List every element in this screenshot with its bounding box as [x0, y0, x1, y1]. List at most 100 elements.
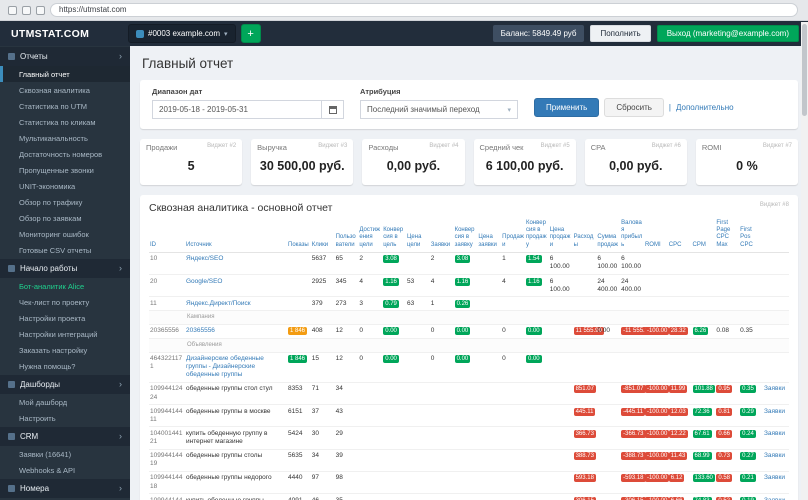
sidebar-item[interactable]: Бот-аналитик Alice [0, 278, 130, 294]
metric-cell: 0.00 [524, 323, 549, 339]
source-link[interactable]: Google/SEO [186, 278, 223, 285]
sidebar-item[interactable]: UNIT-экономика [0, 178, 130, 194]
leads-link[interactable]: Заявки [764, 385, 785, 392]
leads-link[interactable]: Заявки [764, 452, 785, 459]
sidebar-section-header[interactable]: Дашборды › [0, 375, 130, 394]
metric-cell [596, 426, 621, 450]
leads-link[interactable]: Заявки [764, 497, 785, 500]
leads-link[interactable]: Заявки [764, 430, 785, 437]
metric-cell: 1 [429, 296, 454, 311]
scrollbar-thumb[interactable] [802, 24, 807, 116]
project-selector[interactable]: #0003 example.com ▾ [128, 24, 236, 43]
metric-cell: 366.73 [572, 426, 597, 450]
report-panel: Сквозная аналитика - основной отчет Видж… [140, 195, 798, 500]
advanced-link[interactable]: Дополнительно [676, 103, 734, 112]
attribution-select[interactable]: Последний значимый переход ▾ [360, 100, 518, 119]
sidebar-item[interactable]: Настроить [0, 410, 130, 426]
column-header[interactable]: Цена цели [405, 219, 430, 253]
column-header[interactable]: Конверсия в заявку [453, 219, 478, 253]
metric-cell [548, 351, 573, 383]
metric-cell [572, 351, 597, 383]
sidebar-item[interactable]: Webhooks & API [0, 462, 130, 478]
metric-cell: 0 [429, 323, 454, 339]
column-header[interactable]: Заявки [429, 219, 454, 253]
logout-button[interactable]: Выход (marketing@example.com) [656, 25, 799, 42]
source-link[interactable]: 20365556 [186, 327, 215, 334]
column-header[interactable]: Цена заявки [477, 219, 502, 253]
metric-cell: 0.35 [739, 381, 763, 405]
tab-icon[interactable] [22, 5, 31, 15]
column-header[interactable]: Показы [287, 219, 311, 253]
column-header[interactable]: Цена продажи [548, 219, 573, 253]
sidebar-item[interactable]: Главный отчет [0, 66, 130, 82]
metric-cell: 0.73 [715, 448, 740, 472]
column-header[interactable]: CPC [667, 219, 692, 253]
column-header[interactable]: First Page CPC Max [715, 219, 740, 253]
sidebar-section-header[interactable]: Начало работы › [0, 259, 130, 278]
reset-button[interactable]: Сбросить [604, 98, 664, 117]
orange-badge: 1 846 [288, 327, 308, 336]
column-header[interactable]: Продажи [501, 219, 525, 253]
sidebar-item[interactable]: Готовые CSV отчеты [0, 242, 130, 258]
red-badge: 11.99 [668, 385, 688, 394]
column-header[interactable]: First Pos CPC [739, 219, 763, 253]
sidebar-item[interactable]: Достаточность номеров [0, 146, 130, 162]
url-bar[interactable]: https://utmstat.com [50, 3, 798, 17]
apply-button[interactable]: Применить [534, 98, 600, 117]
calendar-button[interactable] [322, 100, 344, 119]
column-header[interactable]: Валовая прибыль [620, 219, 644, 253]
topup-button[interactable]: Пополнить [590, 25, 651, 42]
sidebar-item[interactable]: Мониторинг ошибок [0, 226, 130, 242]
page-scrollbar[interactable] [801, 22, 808, 500]
sidebar-item[interactable]: Чек-лист по проекту [0, 294, 130, 310]
column-header[interactable]: CPM [691, 219, 716, 253]
sidebar-item[interactable]: Пропущенные звонки [0, 162, 130, 178]
chevron-right-icon: › [119, 51, 122, 61]
metric-cell: 0.19 [739, 493, 763, 500]
date-range-input[interactable] [152, 100, 322, 119]
sidebar-item[interactable]: Настройки проекта [0, 310, 130, 326]
column-header[interactable]: Конверсия в цель [382, 219, 406, 253]
column-header[interactable]: Источник [185, 219, 287, 253]
column-header[interactable]: Расходы [572, 219, 597, 253]
sidebar-item[interactable]: Статистика по UTM [0, 98, 130, 114]
window-icon[interactable] [8, 5, 17, 15]
leads-link[interactable]: Заявки [764, 474, 785, 481]
source-link[interactable]: Дизайнерские обеденные группы - Дизайнер… [186, 355, 264, 378]
leads-link[interactable]: Заявки [764, 408, 785, 415]
sidebar-item[interactable]: Мультиканальность [0, 130, 130, 146]
metric-cell: 1.16 [382, 273, 406, 297]
column-header[interactable]: ID [149, 219, 185, 253]
metric-cell [453, 448, 478, 472]
column-header[interactable] [763, 219, 789, 253]
sidebar-item[interactable]: Заявки (16641) [0, 446, 130, 462]
sidebar-item[interactable]: Заказать настройку [0, 342, 130, 358]
sidebar-item[interactable]: Сквозная аналитика [0, 82, 130, 98]
sidebar-item[interactable]: Настройки интеграций [0, 326, 130, 342]
metric-cell: 35 [334, 493, 359, 500]
column-header[interactable]: Клики [310, 219, 335, 253]
sidebar-item[interactable]: Нужна помощь? [0, 358, 130, 374]
column-header[interactable]: ROMI [643, 219, 668, 253]
metric-cell [405, 470, 430, 494]
column-header[interactable]: Достижения цели [358, 219, 383, 253]
column-header[interactable]: Конверсия в продажу [524, 219, 549, 253]
sidebar-item[interactable]: Статистика по кликам [0, 114, 130, 130]
sidebar-item[interactable]: Обзор по трафику [0, 194, 130, 210]
sidebar-section-header[interactable]: CRM › [0, 427, 130, 446]
source-link[interactable]: Яндекс.Директ/Поиск [186, 300, 251, 307]
metric-cell: 12 [334, 323, 359, 339]
column-header[interactable]: Пользователи [334, 219, 359, 253]
sidebar-item[interactable]: Мой дашборд [0, 394, 130, 410]
metric-cell: 0.00 [382, 323, 406, 339]
green-badge: 0.21 [740, 474, 756, 483]
add-project-button[interactable]: + [240, 24, 261, 43]
logo[interactable]: UTMSTAT.COM [0, 28, 128, 40]
sidebar-section-header[interactable]: Отчеты › [0, 47, 130, 66]
red-badge: 12.03 [668, 407, 688, 416]
column-header[interactable]: Сумма продаж [596, 219, 621, 253]
refresh-icon[interactable] [36, 5, 45, 15]
source-link[interactable]: Яндекс/SEO [186, 255, 223, 262]
sidebar-section-header[interactable]: Номера › [0, 479, 130, 498]
sidebar-item[interactable]: Обзор по заявкам [0, 210, 130, 226]
